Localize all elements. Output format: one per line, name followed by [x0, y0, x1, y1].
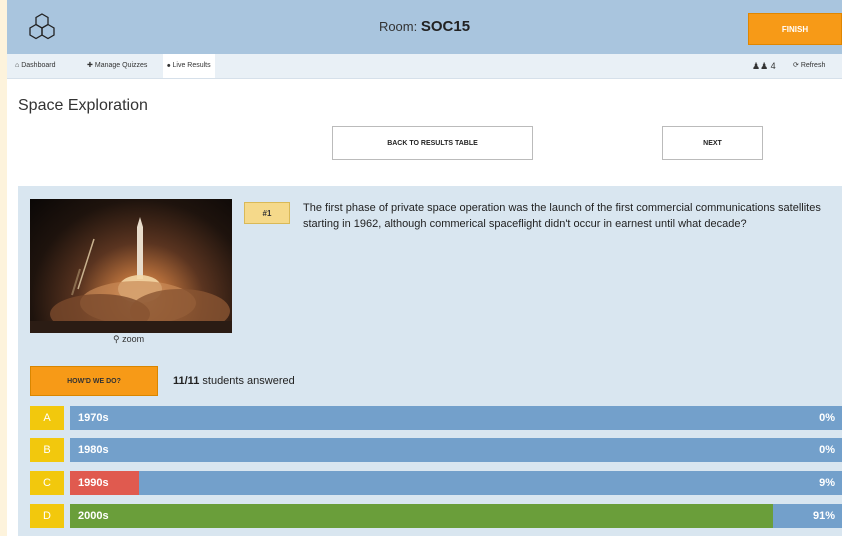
question-image[interactable] [30, 199, 232, 333]
answer-bar: 2000s 91% [70, 504, 842, 528]
answer-bar: 1970s 0% [70, 406, 842, 430]
zoom-link[interactable]: ⚲ zoom [113, 334, 144, 345]
answer-letter: C [30, 471, 64, 495]
connected-users: ♟♟ 4 [752, 54, 776, 78]
answer-label: 1980s [78, 444, 109, 456]
top-bar: Room: SOC15 FINISH [7, 0, 842, 54]
answer-row-d: D 2000s 91% [30, 504, 842, 528]
answer-label: 1990s [78, 477, 109, 489]
howd-we-do-button[interactable]: HOW'D WE DO? [30, 366, 158, 396]
answer-bar: 1990s 9% [70, 471, 842, 495]
next-button[interactable]: NEXT [662, 126, 763, 160]
users-icon: ♟♟ [752, 61, 769, 71]
finish-button[interactable]: FINISH [748, 13, 842, 45]
app-window: Room: SOC15 FINISH ⌂ Dashboard ✚ Manage Qu… [7, 0, 842, 536]
answer-bar: 1980s 0% [70, 438, 842, 462]
nav-bar: ⌂ Dashboard ✚ Manage Quizzes ⦁ Live Results… [7, 54, 842, 79]
quiz-title: Space Exploration [18, 97, 148, 114]
answer-letter: A [30, 406, 64, 430]
answered-count: 11/11 [173, 375, 200, 387]
refresh-icon: ⟳ [793, 62, 799, 69]
answer-row-c: C 1990s 9% [30, 471, 842, 495]
nav-item-label: Dashboard [21, 62, 56, 69]
back-to-results-button[interactable]: BACK TO RESULTS TABLE [332, 126, 533, 160]
answered-suffix: students answered [202, 375, 295, 387]
question-text: The first phase of private space operati… [303, 202, 821, 230]
room-code: SOC15 [420, 18, 471, 35]
answer-letter: D [30, 504, 64, 528]
answer-percent: 0% [819, 412, 835, 424]
nav-item-label: Manage Quizzes [94, 62, 148, 69]
refresh-button[interactable]: ⟳ Refresh [793, 54, 825, 78]
broadcast-icon: ⦁ [167, 62, 171, 69]
question-panel: ⚲ zoom #1 The first phase of private spa… [18, 186, 842, 536]
answer-bar-fill [70, 504, 773, 528]
answer-row-a: A 1970s 0% [30, 406, 842, 430]
home-icon: ⌂ [15, 62, 20, 69]
nav-item-label: Live Results [172, 62, 211, 69]
rocket-launch-illustration [30, 217, 232, 333]
magnifier-icon: ⚲ [113, 334, 120, 344]
refresh-label: Refresh [800, 62, 826, 69]
user-count: 4 [770, 61, 776, 71]
nav-item-manage-quizzes[interactable]: ✚ Manage Quizzes [83, 54, 151, 78]
answer-label: 1970s [78, 412, 109, 424]
answer-letter: B [30, 438, 64, 462]
answer-percent: 0% [819, 444, 835, 456]
answer-percent: 9% [819, 477, 835, 489]
answer-percent: 91% [812, 510, 835, 522]
answer-label: 2000s [78, 510, 109, 522]
room-indicator: Room: SOC15 [7, 18, 842, 35]
question-number-badge: #1 [244, 202, 290, 224]
answer-row-b: B 1980s 0% [30, 438, 842, 462]
wrench-icon: ✚ [87, 62, 93, 69]
nav-item-dashboard[interactable]: ⌂ Dashboard [11, 54, 59, 78]
room-label: Room: [378, 19, 418, 34]
zoom-label: zoom [122, 334, 145, 344]
nav-item-live-results[interactable]: ⦁ Live Results [163, 54, 215, 78]
answered-status: 11/11 students answered [173, 375, 295, 387]
